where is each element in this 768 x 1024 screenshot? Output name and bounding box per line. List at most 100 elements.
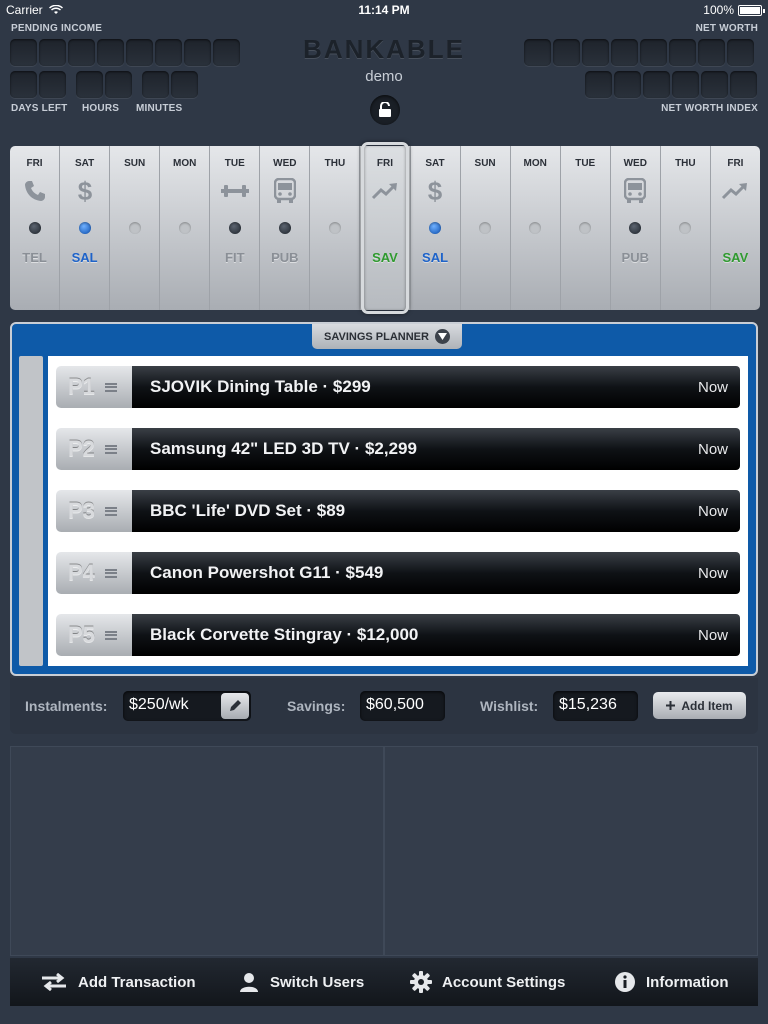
left-pane: [10, 746, 384, 956]
instalments-value: $250/wk: [129, 696, 189, 713]
unlock-icon: [379, 102, 391, 117]
priority-badge[interactable]: P2: [56, 428, 132, 470]
calendar-day[interactable]: FRI TEL: [10, 146, 61, 310]
info-icon: [615, 972, 635, 992]
savings-planner-title: SAVINGS PLANNER: [324, 330, 429, 343]
day-indicator-dot: [278, 222, 291, 234]
calendar-day[interactable]: SAT $ SAL: [60, 146, 111, 310]
day-indicator-dot: [479, 222, 492, 234]
savings-planner-tab[interactable]: SAVINGS PLANNER: [312, 324, 462, 349]
priority-number: P2: [68, 436, 95, 461]
day-indicator-dot: [228, 222, 241, 234]
wishlist-item-bar[interactable]: Canon Powershot G11 · $549 Now: [132, 552, 740, 594]
day-category-code: SAV: [372, 250, 398, 265]
wishlist-item-title: BBC 'Life' DVD Set · $89: [150, 501, 346, 520]
calendar-day[interactable]: THU: [661, 146, 711, 310]
day-name: WED: [623, 158, 647, 169]
wishlist-item-bar[interactable]: Samsung 42" LED 3D TV · $2,299 Now: [132, 428, 740, 470]
wishlist-item[interactable]: P2 Samsung 42" LED 3D TV · $2,299 Now: [56, 428, 740, 470]
reorder-handle-icon[interactable]: [104, 506, 117, 516]
wishlist-item[interactable]: P5 Black Corvette Stingray · $12,000 Now: [56, 614, 740, 656]
day-indicator-dot: [679, 222, 692, 234]
instalments-field[interactable]: $250/wk: [123, 691, 251, 721]
calendar-day[interactable]: TUE FIT: [210, 146, 261, 310]
wishlist-item-bar[interactable]: Black Corvette Stingray · $12,000 Now: [132, 614, 740, 656]
day-name: MON: [523, 158, 547, 169]
status-bar: Carrier 11:14 PM 100%: [0, 0, 768, 20]
reorder-handle-icon[interactable]: [104, 630, 117, 640]
wishlist-item[interactable]: P1 SJOVIK Dining Table · $299 Now: [56, 366, 740, 408]
edit-instalments-button[interactable]: [221, 693, 249, 719]
net-worth-display: [524, 39, 754, 66]
priority-number: P3: [68, 498, 95, 523]
day-indicator-dot: [178, 222, 191, 234]
chevron-down-icon: [434, 329, 450, 344]
wishlist-item-bar[interactable]: BBC 'Life' DVD Set · $89 Now: [132, 490, 740, 532]
wishlist-item[interactable]: P3 BBC 'Life' DVD Set · $89 Now: [56, 490, 740, 532]
calendar-day[interactable]: MON: [511, 146, 561, 310]
reorder-handle-icon[interactable]: [104, 444, 117, 454]
wishlist-item-timing: Now: [697, 378, 728, 396]
account-settings-button[interactable]: Account Settings: [410, 958, 565, 1006]
day-category-code: SAL: [422, 250, 449, 265]
calendar-day[interactable]: MON: [160, 146, 211, 310]
planner-scrollbar[interactable]: [19, 356, 43, 666]
reorder-handle-icon[interactable]: [104, 382, 117, 392]
switch-users-button[interactable]: Switch Users: [238, 958, 364, 1006]
add-item-button[interactable]: Add Item: [653, 692, 746, 719]
calendar-day[interactable]: THU: [310, 146, 361, 310]
calendar-day[interactable]: TUE: [561, 146, 611, 310]
right-pane: [384, 746, 758, 956]
wishlist-item[interactable]: P4 Canon Powershot G11 · $549 Now: [56, 552, 740, 594]
svg-text:$: $: [428, 177, 443, 205]
information-button[interactable]: Information: [614, 958, 729, 1006]
pencil-icon: [230, 700, 241, 711]
battery-icon: [738, 4, 765, 16]
wishlist-value: $15,236: [559, 696, 617, 713]
wishlist-item-bar[interactable]: SJOVIK Dining Table · $299 Now: [132, 366, 740, 408]
summary-bar: Instalments: $250/wk Savings: $60,500 Wi…: [10, 678, 758, 734]
phone-icon: [10, 176, 59, 206]
lock-button[interactable]: [370, 95, 400, 125]
days-left-label: DAYS LEFT: [11, 103, 68, 114]
priority-badge[interactable]: P5: [56, 614, 132, 656]
gear-icon: [410, 971, 432, 993]
day-indicator-dot: [28, 222, 41, 234]
priority-badge[interactable]: P3: [56, 490, 132, 532]
wishlist: P1 SJOVIK Dining Table · $299 Now P2 Samsung…: [48, 356, 748, 666]
dollar-icon: $: [60, 176, 109, 206]
priority-number: P5: [68, 622, 95, 647]
wishlist-item-title: SJOVIK Dining Table · $299: [150, 377, 371, 396]
transfer-arrows-icon: [42, 973, 66, 991]
day-indicator-dot: [78, 222, 91, 234]
calendar-day[interactable]: WED PUB: [611, 146, 661, 310]
calendar-day[interactable]: WED PUB: [260, 146, 311, 310]
add-transaction-button[interactable]: Add Transaction: [40, 958, 196, 1006]
priority-number: P1: [68, 374, 95, 399]
day-category-code: TEL: [22, 250, 47, 265]
wishlist-item-title: Black Corvette Stingray · $12,000: [150, 625, 419, 644]
wishlist-item-timing: Now: [697, 502, 728, 520]
wishlist-item-title: Canon Powershot G11 · $549: [150, 563, 384, 582]
day-category-code: PUB: [271, 250, 299, 265]
day-name: FRI: [376, 158, 394, 169]
switch-users-label: Switch Users: [270, 973, 365, 991]
pending-income-display: [10, 39, 240, 66]
calendar-day[interactable]: SUN: [461, 146, 511, 310]
priority-badge[interactable]: P4: [56, 552, 132, 594]
calendar-day[interactable]: SAT $ SAL: [411, 146, 461, 310]
minutes-label: MINUTES: [136, 103, 183, 114]
calendar-day[interactable]: FRI SAV: [711, 146, 760, 310]
app-title: BANKABLE: [303, 34, 465, 64]
priority-badge[interactable]: P1: [56, 366, 132, 408]
calendar-day[interactable]: SUN: [110, 146, 161, 310]
bus-icon: [260, 176, 309, 206]
calendar-day[interactable]: FRI SAV: [360, 142, 411, 314]
net-worth-index-display: [585, 71, 757, 98]
day-name: TUE: [575, 158, 596, 169]
reorder-handle-icon[interactable]: [104, 568, 117, 578]
day-indicator-dot: [328, 222, 341, 234]
savings-field: $60,500: [360, 691, 445, 721]
pending-income-label: PENDING INCOME: [11, 23, 103, 34]
day-indicator-dot: [579, 222, 592, 234]
